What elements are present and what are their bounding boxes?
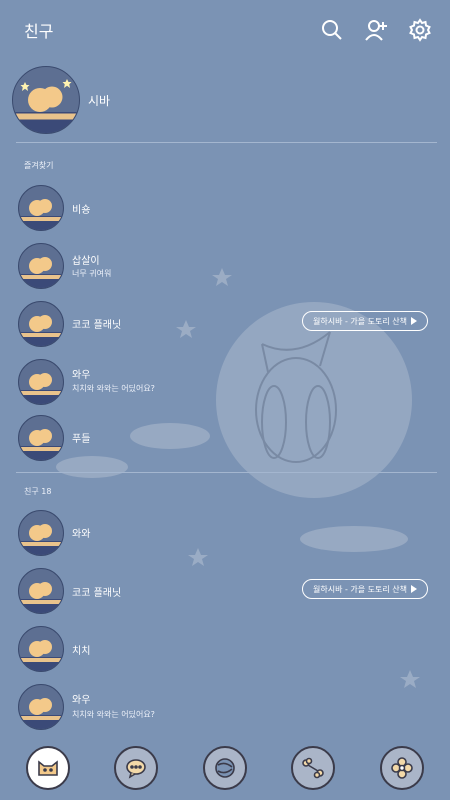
- more-tab-icon[interactable]: [380, 746, 424, 790]
- profile-music-title: 월하시바 - 가을 도토리 산책: [312, 584, 408, 594]
- add-friend-icon[interactable]: [364, 18, 388, 42]
- friend-name: 와와: [72, 529, 91, 540]
- friend-name: 코코 플래닛: [72, 320, 122, 331]
- friend-avatar[interactable]: [18, 684, 64, 730]
- friend-row[interactable]: 코코 플래닛 월하시바 - 가을 도토리 산책: [0, 563, 450, 617]
- shopping-tab-icon[interactable]: [291, 746, 335, 790]
- friend-avatar[interactable]: [18, 510, 64, 556]
- friend-name: 치치: [72, 646, 91, 657]
- friend-avatar[interactable]: [18, 415, 64, 461]
- friend-name: 와우: [72, 370, 91, 381]
- openchat-tab-icon[interactable]: [203, 746, 247, 790]
- divider: [16, 472, 437, 473]
- chat-tab-icon[interactable]: [114, 746, 158, 790]
- play-icon: [411, 585, 418, 593]
- friend-status-message: 치치와 와와는 어딨어요?: [72, 384, 155, 393]
- bottom-tab-bar: [0, 742, 450, 800]
- friend-name: 와우: [72, 695, 91, 706]
- play-icon: [411, 317, 418, 325]
- profile-music-pill[interactable]: 월하시바 - 가을 도토리 산책: [302, 311, 428, 331]
- favorite-row[interactable]: 와우 치치와 와와는 어딨어요?: [0, 354, 450, 408]
- favorite-row[interactable]: 푸들: [0, 410, 450, 464]
- friend-avatar[interactable]: [18, 568, 64, 614]
- friend-row[interactable]: 와우 치치와 와와는 어딨어요?: [0, 679, 450, 733]
- divider: [16, 142, 437, 143]
- friend-avatar[interactable]: [18, 185, 64, 231]
- page-title: 친구: [24, 22, 54, 41]
- friend-status-message: 치치와 와와는 어딨어요?: [72, 710, 155, 719]
- friend-row[interactable]: 와와: [0, 505, 450, 559]
- profile-music-title: 월하시바 - 가을 도토리 산책: [312, 316, 408, 326]
- friend-name: 코코 플래닛: [72, 588, 122, 599]
- favorite-row[interactable]: 코코 플래닛 월하시바 - 가을 도토리 산책: [0, 296, 450, 350]
- friend-avatar[interactable]: [18, 243, 64, 289]
- favorite-row[interactable]: 삽살이 너무 귀여워: [0, 238, 450, 292]
- friend-avatar[interactable]: [18, 359, 64, 405]
- favorite-row[interactable]: 비숑: [0, 180, 450, 234]
- friends-section-label: 친구 18: [24, 487, 52, 496]
- my-profile-avatar[interactable]: [12, 66, 80, 134]
- friend-avatar[interactable]: [18, 301, 64, 347]
- search-icon[interactable]: [320, 18, 344, 42]
- profile-music-pill[interactable]: 월하시바 - 가을 도토리 산책: [302, 579, 428, 599]
- my-profile-name[interactable]: 시바: [88, 92, 110, 109]
- friend-name: 비숑: [72, 205, 91, 216]
- friend-row[interactable]: 치치: [0, 621, 450, 675]
- friends-tab-icon[interactable]: [26, 746, 70, 790]
- app-header: 친구: [0, 0, 450, 60]
- favorites-section-label: 즐겨찾기: [24, 161, 54, 170]
- friend-avatar[interactable]: [18, 626, 64, 672]
- friend-status-message: 너무 귀여워: [72, 269, 112, 278]
- friend-name: 삽살이: [72, 256, 100, 267]
- settings-icon[interactable]: [408, 18, 432, 42]
- friend-name: 푸들: [72, 434, 91, 445]
